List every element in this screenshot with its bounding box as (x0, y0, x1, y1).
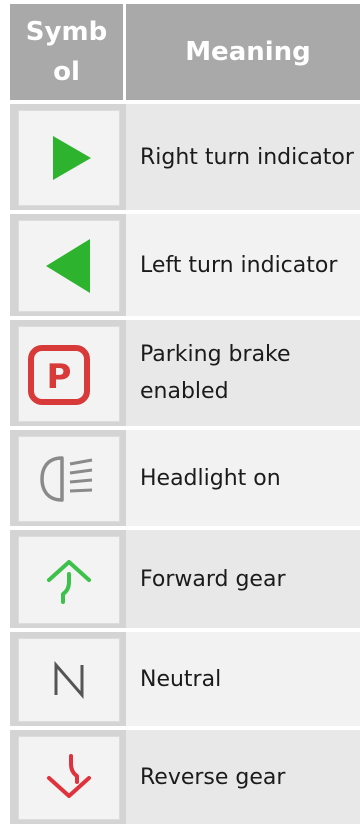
reverse-arrow-icon (47, 754, 91, 798)
forward-arrow-icon (47, 560, 91, 604)
symbol-cell (10, 214, 126, 316)
table-row: Forward gear (10, 530, 360, 632)
meaning-text: Left turn indicator (140, 252, 338, 278)
meaning-text: Forward gear (140, 566, 286, 592)
headlight-icon (40, 456, 93, 502)
symbol-cell (10, 530, 126, 628)
parking-brake-icon: P (28, 345, 90, 405)
icon-frame (18, 536, 120, 624)
icon-frame (18, 220, 120, 312)
meaning-cell: Forward gear (126, 530, 360, 628)
meaning-text: Headlight on (140, 465, 281, 491)
table-row: Right turn indicator (10, 104, 360, 214)
icon-frame (18, 736, 120, 820)
meaning-text: Reverse gear (140, 764, 286, 790)
meaning-cell: Reverse gear (126, 730, 360, 824)
header-meaning-cell: Meaning (126, 4, 360, 100)
meaning-cell: Neutral (126, 632, 360, 726)
meaning-cell: Left turn indicator (126, 214, 360, 316)
symbol-cell: P (10, 320, 126, 426)
neutral-n-icon (54, 660, 84, 700)
table-row: Left turn indicator (10, 214, 360, 320)
table-row: Neutral (10, 632, 360, 730)
table-row: Reverse gear (10, 730, 360, 828)
meaning-text: Right turn indicator (140, 144, 354, 170)
symbol-cell (10, 104, 126, 210)
meaning-cell: Headlight on (126, 430, 360, 526)
icon-frame: P (18, 326, 120, 422)
table-row: Headlight on (10, 430, 360, 530)
icon-frame (18, 110, 120, 206)
symbol-meaning-table: Symbol Meaning Right turn indicator Left… (10, 4, 360, 828)
header-symbol-label: Symbol (25, 17, 108, 87)
meaning-cell: Parking brake enabled (126, 320, 360, 426)
icon-frame (18, 436, 120, 522)
symbol-cell (10, 632, 126, 726)
symbol-cell (10, 430, 126, 526)
header-symbol-cell: Symbol (10, 4, 126, 100)
svg-text:P: P (47, 357, 72, 397)
table-row: P Parking brake enabled (10, 320, 360, 430)
icon-frame (18, 638, 120, 722)
meaning-text: Neutral (140, 666, 222, 692)
header-meaning-label: Meaning (185, 36, 311, 67)
meaning-text: Parking brake enabled (140, 342, 291, 404)
table-header-row: Symbol Meaning (10, 4, 360, 104)
meaning-cell: Right turn indicator (126, 104, 360, 210)
left-triangle-icon (46, 239, 90, 293)
symbol-cell (10, 730, 126, 824)
right-triangle-icon (53, 136, 91, 180)
